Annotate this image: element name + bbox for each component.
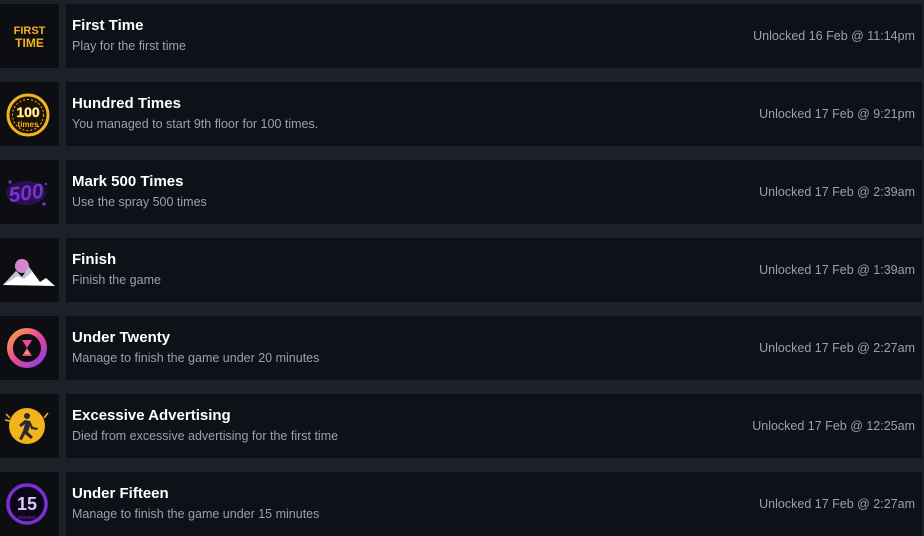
achievement-body: First Time Play for the first time Unloc… <box>66 4 922 68</box>
achievement-title: Hundred Times <box>72 95 181 112</box>
achievement-row[interactable]: Finish Finish the game Unlocked 17 Feb @… <box>0 238 922 302</box>
achievement-title: Under Fifteen <box>72 485 169 502</box>
achievement-row[interactable]: 15 minutes Under Fifteen Manage to finis… <box>0 472 922 536</box>
first-time-icon: FIRST TIME <box>14 25 46 50</box>
achievement-title: Excessive Advertising <box>72 407 231 424</box>
achievement-body: Hundred Times You managed to start 9th f… <box>66 82 922 146</box>
achievement-body: Excessive Advertising Died from excessiv… <box>66 394 922 458</box>
svg-text:minutes: minutes <box>18 515 36 521</box>
achievement-icon-box: 500 <box>0 160 59 224</box>
achievement-description: Died from excessive advertising for the … <box>72 429 339 443</box>
unlock-date: Unlocked 17 Feb @ 2:39am <box>759 185 915 199</box>
fifteen-ring-icon: 15 minutes <box>6 483 48 525</box>
achievement-icon-box: 15 minutes <box>0 472 59 536</box>
achievements-list: FIRST TIME First Time Play for the first… <box>0 0 924 536</box>
achievement-title: Finish <box>72 251 117 268</box>
achievement-row[interactable]: Under Twenty Manage to finish the game u… <box>0 316 922 380</box>
svg-text:TIME: TIME <box>15 36 44 50</box>
unlock-date: Unlocked 17 Feb @ 2:27am <box>759 497 915 511</box>
unlock-date: Unlocked 17 Feb @ 12:25am <box>752 419 915 433</box>
unlock-date: Unlocked 17 Feb @ 2:27am <box>759 341 915 355</box>
achievement-description: You managed to start 9th floor for 100 t… <box>72 117 319 131</box>
achievement-icon-box: 100 times <box>0 82 59 146</box>
running-man-icon <box>4 408 49 444</box>
svg-text:500: 500 <box>7 180 45 208</box>
svg-text:15: 15 <box>17 494 37 514</box>
achievement-icon-box <box>0 316 59 380</box>
unlock-date: Unlocked 17 Feb @ 1:39am <box>759 263 915 277</box>
achievement-body: Mark 500 Times Use the spray 500 times U… <box>66 160 922 224</box>
achievement-description: Use the spray 500 times <box>72 195 207 209</box>
achievement-row[interactable]: Excessive Advertising Died from excessiv… <box>0 394 922 458</box>
achievement-icon-box <box>0 238 59 302</box>
hourglass-ring-icon <box>7 328 47 368</box>
unlock-date: Unlocked 16 Feb @ 11:14pm <box>753 29 915 43</box>
achievement-description: Finish the game <box>72 273 161 287</box>
hundred-times-icon: 100 times <box>6 93 50 137</box>
achievement-title: Under Twenty <box>72 329 171 346</box>
mountain-moon-icon <box>3 259 55 286</box>
unlock-date: Unlocked 17 Feb @ 9:21pm <box>759 107 915 121</box>
achievement-body: Under Twenty Manage to finish the game u… <box>66 316 922 380</box>
achievement-body: Finish Finish the game Unlocked 17 Feb @… <box>66 238 922 302</box>
achievement-icon-box: FIRST TIME <box>0 4 59 68</box>
svg-text:times: times <box>18 120 39 129</box>
achievement-body: Under Fifteen Manage to finish the game … <box>66 472 922 536</box>
achievement-description: Manage to finish the game under 20 minut… <box>72 351 320 365</box>
spray-500-icon: 500 <box>6 180 48 208</box>
achievement-title: First Time <box>72 17 144 34</box>
achievement-row[interactable]: 100 times Hundred Times You managed to s… <box>0 82 922 146</box>
achievement-row[interactable]: 500 Mark 500 Times Use the spray 500 tim… <box>0 160 922 224</box>
svg-text:100: 100 <box>16 104 40 120</box>
achievement-row[interactable]: FIRST TIME First Time Play for the first… <box>0 4 922 68</box>
achievement-description: Manage to finish the game under 15 minut… <box>72 507 320 521</box>
achievement-icon-box <box>0 394 59 458</box>
achievement-title: Mark 500 Times <box>72 173 184 190</box>
achievement-description: Play for the first time <box>72 39 186 53</box>
